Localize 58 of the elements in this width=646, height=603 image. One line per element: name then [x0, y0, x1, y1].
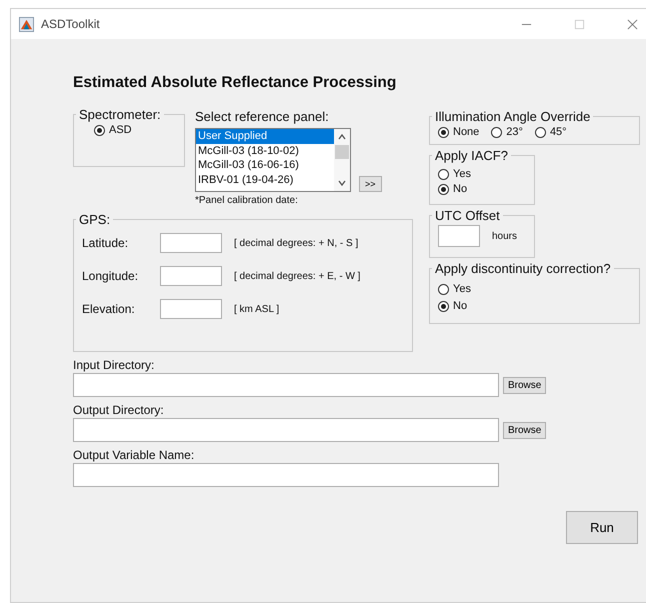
radio-button[interactable] [438, 284, 449, 294]
field-hint: [ decimal degrees: + N, - S ] [234, 238, 358, 248]
browse-button[interactable]: Browse [503, 422, 546, 438]
field-label: Output Variable Name: [73, 448, 196, 462]
radio-label: Yes [453, 283, 471, 295]
field-label: Select reference panel: [195, 109, 330, 124]
radio-label: 23° [506, 126, 523, 138]
browse-button[interactable]: Browse [503, 376, 546, 394]
close-icon[interactable] [627, 18, 638, 30]
radio-button[interactable] [438, 300, 449, 312]
radio-label: No [453, 300, 468, 312]
radio-label: 45° [550, 126, 567, 138]
group-label: GPS: [78, 212, 112, 227]
radio-button[interactable] [438, 168, 449, 180]
scrollbar[interactable] [334, 129, 350, 191]
unit-label: hours [492, 230, 518, 242]
run-button[interactable]: Run [566, 511, 638, 544]
window-title: ASDToolkit [41, 17, 100, 31]
list-item[interactable]: McGill-03 (16-06-16) [196, 158, 334, 172]
field-label: Latitude: [82, 236, 130, 250]
input-field[interactable] [438, 225, 480, 247]
radio-label: Yes [453, 168, 471, 180]
add-panel-button[interactable]: >> [359, 176, 382, 192]
radio-button[interactable] [438, 126, 449, 138]
scroll-thumb[interactable] [335, 145, 349, 159]
group-label: Spectrometer: [78, 107, 162, 122]
field-label: Output Directory: [73, 403, 165, 417]
radio-button[interactable] [491, 126, 502, 138]
radio-label: None [453, 126, 480, 138]
group-label: UTC Offset [434, 208, 501, 223]
list-item[interactable]: IRBV-01 (19-04-26) [196, 172, 334, 187]
field-label: Longitude: [82, 269, 140, 283]
panel-listbox[interactable]: User Supplied McGill-03 (18-10-02) McGill-03 (16-06-16) IRBV-01 (19-04-26) [195, 128, 351, 192]
group-label: Apply IACF? [434, 148, 509, 163]
input-field[interactable] [73, 463, 499, 487]
list-item[interactable]: McGill-03 (18-10-02) [196, 144, 334, 158]
list-item[interactable]: User Supplied [196, 129, 334, 144]
input-field[interactable] [160, 266, 222, 286]
radio-label: ASD [109, 124, 132, 136]
field-hint: [ km ASL ] [234, 304, 280, 314]
scroll-up-icon[interactable] [337, 132, 347, 142]
scroll-down-icon[interactable] [337, 178, 347, 188]
input-field[interactable] [160, 233, 222, 253]
radio-button[interactable] [534, 126, 546, 138]
app-icon [19, 16, 34, 32]
form-heading: Estimated Absolute Reflectance Processing [73, 74, 398, 92]
input-field[interactable] [160, 299, 222, 319]
field-label: Elevation: [82, 302, 136, 316]
input-field[interactable] [73, 373, 499, 397]
panel-note: *Panel calibration date: [195, 195, 299, 206]
radio-button[interactable] [94, 124, 105, 136]
field-label: Input Directory: [73, 358, 156, 372]
group-label: Illumination Angle Override [434, 109, 592, 124]
group-label: Apply discontinuity correction? [434, 261, 612, 276]
input-field[interactable] [73, 418, 499, 442]
radio-label: No [453, 183, 468, 195]
radio-button[interactable] [438, 184, 449, 194]
field-hint: [ decimal degrees: + E, - W ] [234, 270, 360, 282]
